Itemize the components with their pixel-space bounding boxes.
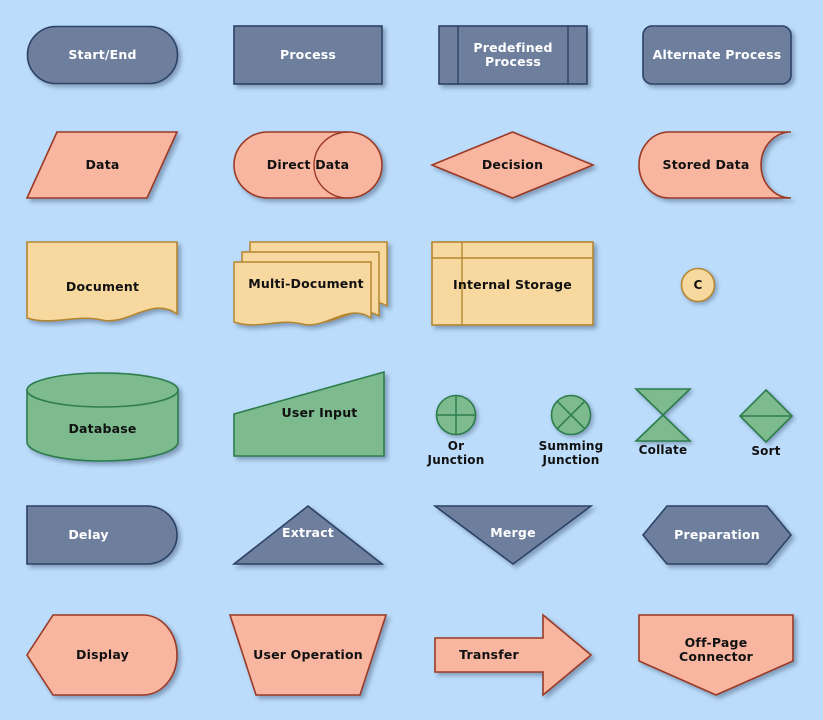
shape-delay[interactable]: Delay	[25, 504, 180, 566]
shape-connector[interactable]: C	[679, 266, 717, 304]
shape-off-page-connector[interactable]: Off-Page Connector	[637, 613, 795, 697]
shape-label-summing-junction: Summing Junction	[538, 439, 604, 467]
shape-summing-junction[interactable]: Summing Junction	[539, 393, 603, 467]
shape-collate[interactable]: Collate	[634, 387, 692, 457]
shape-or-junction[interactable]: Or Junction	[428, 393, 484, 467]
shape-process[interactable]: Process	[232, 24, 384, 86]
shape-direct-data[interactable]: Direct Data	[232, 130, 384, 200]
shape-sort[interactable]: Sort	[738, 388, 794, 458]
shape-alternate-process[interactable]: Alternate Process	[641, 24, 793, 86]
shape-merge[interactable]: Merge	[432, 504, 594, 566]
flowchart-shape-palette: Start/End Process Predefined Process Alt…	[0, 0, 823, 720]
shape-extract[interactable]: Extract	[231, 504, 385, 566]
shape-decision[interactable]: Decision	[429, 130, 596, 200]
shape-internal-storage[interactable]: Internal Storage	[430, 240, 595, 327]
shape-transfer[interactable]: Transfer	[433, 613, 593, 697]
shape-label-collate: Collate	[638, 443, 688, 457]
shape-user-operation[interactable]: User Operation	[228, 613, 388, 697]
shape-document[interactable]: Document	[25, 240, 180, 327]
shape-label-or-junction: Or Junction	[427, 439, 485, 467]
shape-multi-document[interactable]: Multi-Document	[232, 240, 392, 332]
shape-label-sort: Sort	[751, 444, 781, 458]
shape-stored-data[interactable]: Stored Data	[638, 130, 793, 200]
shape-display[interactable]: Display	[25, 613, 180, 697]
shape-database[interactable]: Database	[25, 371, 180, 462]
shape-start-end[interactable]: Start/End	[25, 24, 180, 86]
shape-preparation[interactable]: Preparation	[641, 504, 793, 566]
shape-predefined-process[interactable]: Predefined Process	[437, 24, 589, 86]
shape-user-input[interactable]: User Input	[232, 370, 387, 458]
shape-data[interactable]: Data	[25, 130, 180, 200]
